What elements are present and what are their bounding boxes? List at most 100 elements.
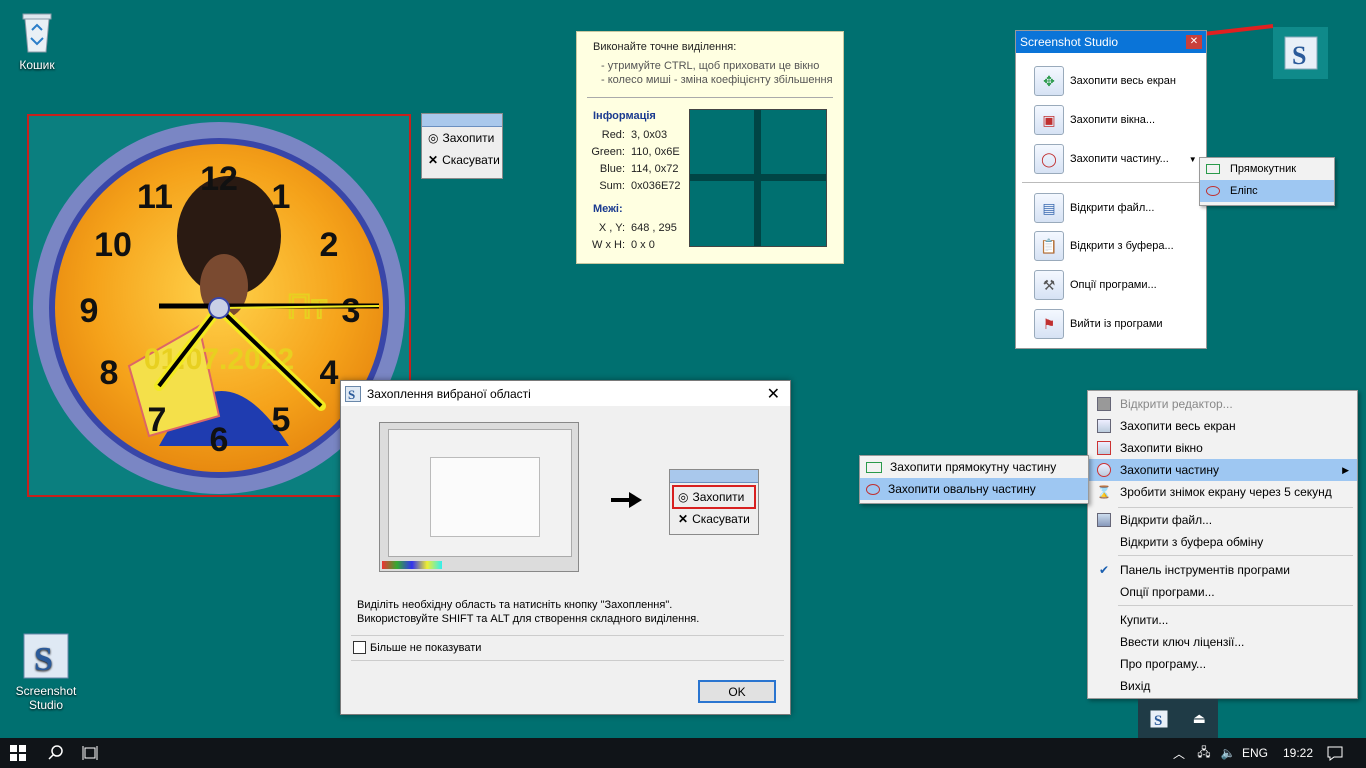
options-item[interactable]: ⚒ Опції програми... — [1034, 270, 1157, 300]
menu-open-clipboard[interactable]: Відкрити з буфера обміну — [1088, 531, 1357, 553]
menu-capture-fullscreen[interactable]: Захопити весь екран — [1088, 415, 1357, 437]
menu-capture-window[interactable]: Захопити вікно — [1088, 437, 1357, 459]
task-view-icon — [82, 746, 98, 760]
search-button[interactable] — [40, 738, 72, 768]
rectangle-icon — [1206, 164, 1220, 174]
ok-button[interactable]: OK — [698, 680, 776, 703]
clock-number-3: 3 — [342, 292, 361, 330]
dialog-desc-line-2: Використовуйте SHIFT та ALT для створенн… — [357, 613, 700, 625]
clock-number-4: 4 — [320, 354, 339, 392]
network-button[interactable]: 🖧 — [1192, 738, 1216, 768]
info-header: Інформація — [593, 110, 656, 122]
show-hidden-icons-button[interactable]: ︿ — [1168, 738, 1190, 768]
close-icon: ✕ — [428, 153, 439, 167]
dont-show-again-checkbox[interactable]: Більше не показувати — [353, 641, 481, 654]
checkmark-icon: ✔ — [1098, 563, 1110, 577]
menu-about[interactable]: Про програму... — [1088, 653, 1357, 675]
folder-icon — [1097, 513, 1111, 527]
screenshot-studio-shortcut[interactable]: S Screenshot Studio — [11, 632, 81, 712]
volume-button[interactable]: 🔈 — [1216, 738, 1240, 768]
capture-panel-illustration: ◎ Захопити ✕ Скасувати — [669, 469, 759, 535]
screenshot-studio-label-2: Studio — [28, 698, 64, 712]
screenshot-studio-toolbar: Screenshot Studio ✕ ✥ Захопити весь екра… — [1015, 30, 1207, 349]
clock-number-12: 12 — [200, 160, 238, 198]
start-button[interactable] — [0, 738, 36, 768]
ellipse-option[interactable]: Еліпс — [1200, 180, 1334, 202]
menu-options[interactable]: Опції програми... — [1088, 581, 1357, 603]
cancel-example-label: Скасувати — [692, 512, 750, 526]
ellipse-icon — [1206, 186, 1220, 196]
dialog-desc-line-1: Виділіть необхідну область та натисніть … — [357, 599, 673, 611]
chevron-down-icon: ▼ — [1188, 154, 1197, 164]
clock-number-9: 9 — [80, 292, 99, 330]
menu-open-file[interactable]: Відкрити файл... — [1088, 509, 1357, 531]
language-indicator[interactable]: ENG — [1240, 738, 1270, 768]
capture-region-dialog: S Захоплення вибраної області ✕ ◎ Захопи… — [340, 380, 791, 715]
rectangle-icon — [866, 461, 882, 473]
capture-icon: ◎ — [428, 131, 439, 145]
clock-number-6: 6 — [210, 421, 229, 459]
menu-toolbar-toggle[interactable]: ✔ Панель інструментів програми — [1088, 559, 1357, 581]
options-label: Опції програми... — [1070, 279, 1157, 291]
blue-value: 114, 0x72 — [631, 163, 679, 175]
exit-flag-icon: ⚑ — [1034, 309, 1064, 339]
ellipse-label: Еліпс — [1230, 185, 1258, 197]
logo-s-icon: S — [1284, 36, 1317, 70]
chevron-right-icon: ▶ — [1342, 464, 1349, 475]
toolbar-close-button[interactable]: ✕ — [1186, 35, 1202, 49]
menu-capture-ellipse[interactable]: Захопити овальну частину — [860, 478, 1088, 500]
notifications-button[interactable] — [1320, 738, 1350, 768]
xy-label: X , Y: — [598, 222, 625, 234]
menu-delayed-capture[interactable]: ⌛ Зробити знімок екрану через 5 секунд — [1088, 481, 1357, 503]
green-label: Green: — [591, 146, 625, 158]
capture-region-item[interactable]: ◯ Захопити частину... ▼ — [1034, 144, 1197, 174]
menu-open-editor[interactable]: Відкрити редактор... — [1088, 393, 1357, 415]
tray-screenshot-studio-icon[interactable]: S — [1150, 710, 1168, 728]
capture-fullscreen-item[interactable]: ✥ Захопити весь екран — [1034, 66, 1176, 96]
svg-text:S: S — [34, 641, 53, 678]
open-file-label: Відкрити файл... — [1070, 202, 1155, 214]
svg-text:S: S — [348, 387, 355, 402]
rectangle-label: Прямокутник — [1230, 163, 1297, 175]
arrow-right-icon — [611, 492, 642, 508]
menu-license-key[interactable]: Ввести ключ ліцензії... — [1088, 631, 1357, 653]
blue-label: Blue: — [599, 163, 625, 175]
rectangle-option[interactable]: Прямокутник — [1200, 158, 1334, 180]
fullscreen-icon: ✥ — [1034, 66, 1064, 96]
cancel-button[interactable]: ✕ Скасувати — [422, 149, 502, 171]
checkbox-box[interactable] — [353, 641, 366, 654]
region-icon — [1097, 463, 1111, 477]
usb-device-icon[interactable]: ⏏ — [1193, 710, 1206, 727]
capture-windows-label: Захопити вікна... — [1070, 114, 1156, 126]
capture-fullscreen-label: Захопити весь екран — [1070, 75, 1176, 87]
red-value: 3, 0x03 — [631, 129, 668, 141]
dialog-description: Виділіть необхідну область та натисніть … — [357, 598, 699, 626]
recycle-bin-shortcut[interactable]: Кошик — [2, 8, 72, 72]
toolbar-titlebar[interactable]: Screenshot Studio ✕ — [1016, 31, 1206, 53]
tray-region-submenu: Захопити прямокутну частину Захопити ова… — [859, 455, 1089, 504]
screenshot-studio-logo[interactable]: S — [1273, 27, 1328, 79]
menu-buy[interactable]: Купити... — [1088, 609, 1357, 631]
recycle-bin-icon — [22, 13, 52, 53]
menu-capture-rectangle[interactable]: Захопити прямокутну частину — [860, 456, 1088, 478]
capture-button[interactable]: ◎ Захопити — [422, 127, 502, 149]
screenshot-studio-label-1: Screenshot — [15, 684, 77, 698]
mini-panel-titlebar[interactable] — [422, 114, 502, 127]
notification-icon — [1327, 746, 1343, 761]
exit-item[interactable]: ⚑ Вийти із програми — [1034, 309, 1163, 339]
task-view-button[interactable] — [74, 738, 106, 768]
clock-time[interactable]: 19:22 — [1276, 738, 1320, 768]
capture-mini-panel: ◎ Захопити ✕ Скасувати — [421, 113, 503, 179]
bounds-header: Межі: — [593, 203, 623, 215]
dialog-close-button[interactable]: ✕ — [767, 384, 780, 404]
clock-number-10: 10 — [94, 226, 132, 264]
menu-capture-region[interactable]: Захопити частину ▶ — [1088, 459, 1357, 481]
search-icon — [48, 745, 63, 760]
screenshot-studio-icon: S — [23, 633, 69, 679]
dialog-titlebar[interactable]: S Захоплення вибраної області — [341, 381, 790, 406]
open-clipboard-item[interactable]: 📋 Відкрити з буфера... — [1034, 231, 1174, 261]
open-file-item[interactable]: ▤ Відкрити файл... — [1034, 193, 1154, 223]
capture-windows-item[interactable]: ▣ Захопити вікна... — [1034, 105, 1155, 135]
window-icon: ▣ — [1034, 105, 1064, 135]
menu-exit[interactable]: Вихід — [1088, 675, 1357, 697]
